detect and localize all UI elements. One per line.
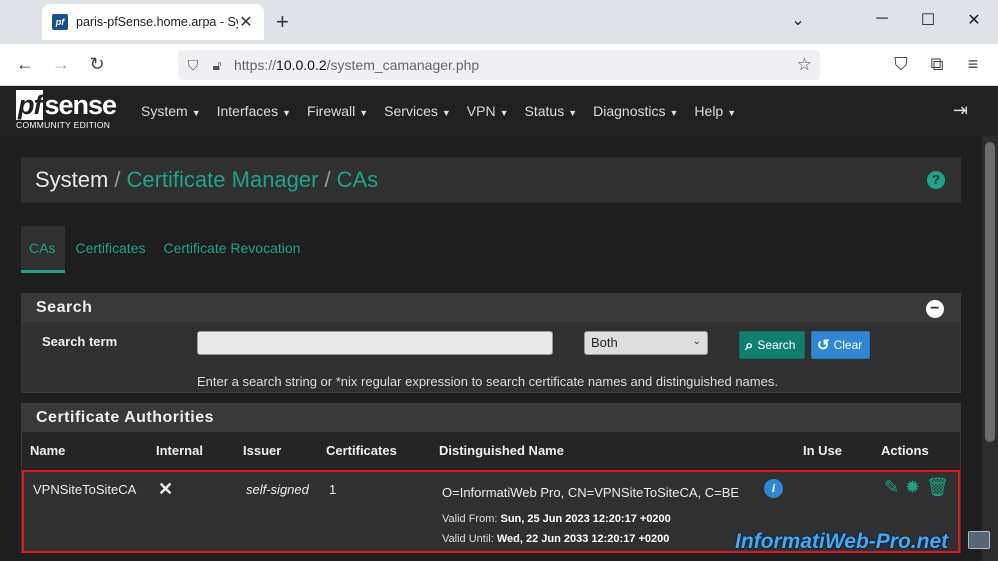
caret-down-icon: ▼ [727,108,737,118]
browser-tabstrip: pf paris-pfSense.home.arpa - Syst ✕ + ⌄ … [0,0,998,44]
pfsense-navbar: pf sense COMMUNITY EDITION System ▼ Interf… [0,86,998,136]
tab-certificates[interactable]: Certificates [67,226,155,273]
search-scope-select[interactable]: Both ⌄ [584,331,708,355]
menu-status[interactable]: Status ▼ [525,103,578,119]
search-panel: Search − Search term Both ⌄ ⌕ Search ↺ Cle… [21,293,961,393]
undo-icon: ↺ [817,337,830,354]
collapse-minus-icon[interactable]: − [926,300,944,318]
col-issuer: Issuer [243,443,282,458]
ca-issuer: self-signed [246,482,309,497]
search-panel-heading: Search − [22,294,960,322]
breadcrumb-certificate-manager[interactable]: Certificate Manager [126,167,318,193]
clear-button[interactable]: ↺ Clear [811,331,870,359]
bookmark-star-icon[interactable]: ☆ [797,55,812,75]
tab-certificate-revocation[interactable]: Certificate Revocation [155,226,310,273]
ca-valid-until: Valid Until: Wed, 22 Jun 2033 12:20:17 +… [442,533,670,545]
scrollbar-thumb[interactable] [985,142,995,442]
info-icon[interactable]: i [764,479,783,498]
pfsense-favicon-icon: pf [52,14,68,30]
ca-panel-heading: Certificate Authorities [22,404,960,432]
caret-down-icon: ▼ [359,108,369,118]
breadcrumb-cas[interactable]: CAs [337,167,379,193]
main-menu: System ▼ Interfaces ▼ Firewall ▼ Services ▼ … [134,86,745,136]
close-tab-icon[interactable]: ✕ [238,12,254,32]
delete-trash-icon[interactable]: 🗑︎ [926,477,949,498]
menu-services[interactable]: Services ▼ [384,103,451,119]
computer-icon [968,531,990,549]
page-tabs: CAs Certificates Certificate Revocation [21,226,310,273]
menu-firewall[interactable]: Firewall ▼ [307,103,368,119]
caret-down-icon: ▼ [499,108,509,118]
menu-system[interactable]: System ▼ [141,103,201,119]
create-certificate-gear-icon[interactable]: ✹ [905,477,920,498]
ca-name: VPNSiteToSiteCA [33,482,137,497]
breadcrumb-system: System [35,167,109,192]
times-icon: ✕ [158,479,174,499]
breadcrumb: System / Certificate Manager / CAs ? [21,157,961,203]
url-protocol: https:// [234,57,277,73]
ca-valid-from: Valid From: Sun, 25 Jun 2023 12:20:17 +0… [442,513,671,525]
browser-tab-title: paris-pfSense.home.arpa - Syst [76,15,238,29]
url-path: /system_camanager.php [326,57,480,73]
forward-icon[interactable]: → [50,54,72,75]
breadcrumb-separator: / [324,167,331,192]
search-term-input[interactable] [197,331,553,355]
table-header: Name Internal Issuer Certificates Distin… [22,432,960,470]
search-help-text: Enter a search string or *nix regular ex… [197,374,778,389]
maximize-icon[interactable]: ☐ [916,10,940,30]
menu-help[interactable]: Help ▼ [694,103,736,119]
pocket-icon[interactable]: ⛉ [890,54,912,75]
search-button[interactable]: ⌕ Search [739,331,805,359]
watermark: InformatiWeb-Pro.net [735,530,949,553]
ca-distinguished-name: O=InformatiWeb Pro, CN=VPNSiteToSiteCA, … [442,485,740,500]
col-in-use: In Use [803,443,843,458]
logout-icon[interactable]: ⇥ [953,100,968,121]
close-window-icon[interactable]: ✕ [962,10,986,30]
menu-diagnostics[interactable]: Diagnostics ▼ [593,103,678,119]
col-actions: Actions [881,443,929,458]
url-host: 10.0.0.2 [276,57,327,73]
col-name: Name [30,443,66,458]
page-content: System / Certificate Manager / CAs ? CAs… [0,136,982,561]
page-scrollbar[interactable] [982,136,998,561]
pfsense-logo[interactable]: pf sense COMMUNITY EDITION [16,90,124,134]
caret-down-icon: ▼ [191,108,201,118]
edit-pencil-icon[interactable]: ✎ [884,477,899,498]
chevron-down-icon: ⌄ [692,336,701,347]
search-icon: ⌕ [745,336,754,354]
caret-down-icon: ▼ [669,108,679,118]
shield-icon[interactable]: ⛉ [186,57,200,74]
address-bar[interactable]: ⛉ 🔓︎ https://10.0.0.2/system_camanager.p… [178,50,820,80]
menu-vpn[interactable]: VPN ▼ [467,103,509,119]
extensions-icon[interactable]: ⧉ [926,54,948,75]
browser-tab[interactable]: pf paris-pfSense.home.arpa - Syst ✕ [42,4,264,40]
lock-warning-icon[interactable]: 🔓︎ [210,57,224,74]
menu-hamburger-icon[interactable]: ≡ [962,54,984,75]
minimize-icon[interactable]: ─ [870,10,894,28]
help-icon[interactable]: ? [927,171,945,189]
breadcrumb-separator: / [114,167,121,192]
col-distinguished-name: Distinguished Name [439,443,564,458]
browser-toolbar: ← → ↻ ⛉ 🔓︎ https://10.0.0.2/system_caman… [0,44,998,86]
menu-interfaces[interactable]: Interfaces ▼ [217,103,291,119]
ca-certificates-count: 1 [329,482,337,497]
col-internal: Internal [156,443,203,458]
logo-subtitle: COMMUNITY EDITION [16,120,111,130]
col-certificates: Certificates [326,443,397,458]
caret-down-icon: ▼ [441,108,451,118]
tab-cas[interactable]: CAs [21,226,66,273]
reload-icon[interactable]: ↻ [86,54,108,75]
search-term-label: Search term [42,334,118,349]
caret-down-icon: ▼ [568,108,578,118]
back-icon[interactable]: ← [14,54,36,75]
new-tab-icon[interactable]: + [276,9,289,35]
tab-list-chevron-icon[interactable]: ⌄ [786,10,810,30]
caret-down-icon: ▼ [282,108,292,118]
